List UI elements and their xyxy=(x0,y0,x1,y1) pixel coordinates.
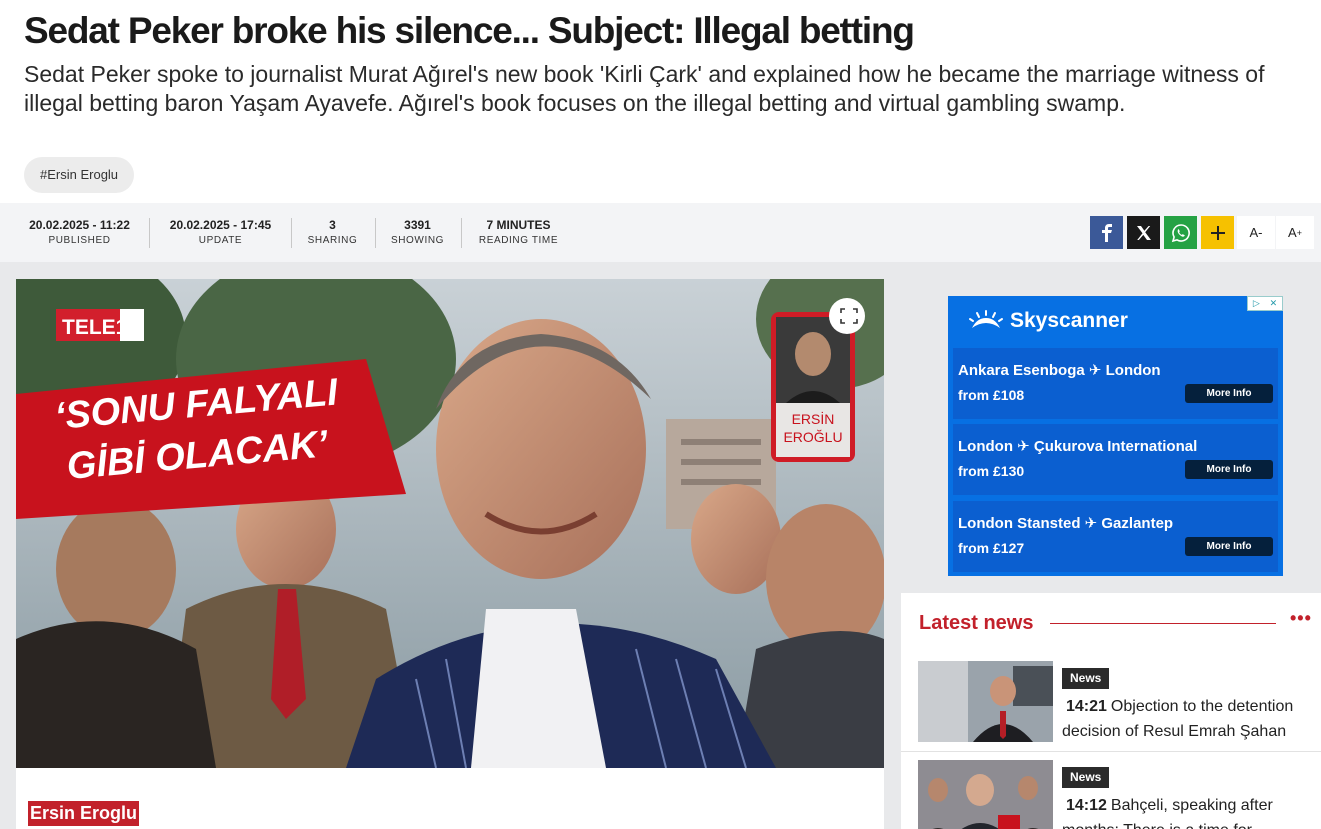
article-header: Sedat Peker broke his silence... Subject… xyxy=(24,8,1304,118)
author-tag[interactable]: #Ersin Eroglu xyxy=(24,157,135,193)
meta-published-label: PUBLISHED xyxy=(48,235,111,246)
more-options-icon[interactable]: ••• xyxy=(1290,608,1312,629)
meta-published-value: 20.02.2025 - 11:22 xyxy=(29,218,130,232)
news-thumbnail-image xyxy=(918,661,1053,742)
font-increase-label: A xyxy=(1288,225,1297,240)
meta-reading-time-value: 7 MINUTES xyxy=(486,218,551,232)
meta-reading-time-label: READING TIME xyxy=(478,235,559,246)
ad-more-info-button[interactable]: More Info xyxy=(1185,384,1273,403)
sunrise-icon xyxy=(969,310,1003,328)
ad-more-info-button[interactable]: More Info xyxy=(1185,460,1273,479)
image-caption-area xyxy=(16,768,884,829)
meta-divider xyxy=(461,218,462,248)
meta-update-value: 20.02.2025 - 17:45 xyxy=(169,218,272,232)
facebook-share-button[interactable] xyxy=(1090,216,1123,249)
meta-divider xyxy=(375,218,376,248)
news-time: 14:21 xyxy=(1066,698,1107,715)
headline: Sedat Peker broke his silence... Subject… xyxy=(24,10,915,51)
whatsapp-share-button[interactable] xyxy=(1164,216,1197,249)
latest-news-panel: Latest news ••• News 14:21 Objection to t… xyxy=(901,593,1321,829)
ad-offer-route: London ✈ Çukurova International xyxy=(958,438,1198,455)
news-thumbnail[interactable] xyxy=(918,661,1053,742)
meta-published: 20.02.2025 - 11:22 PUBLISHED xyxy=(24,218,135,248)
author-card: ERSİN EROĞLU xyxy=(771,312,855,462)
news-divider xyxy=(901,751,1321,752)
news-item[interactable]: News 14:21 Objection to the detention dec… xyxy=(901,661,1321,761)
meta-sharing: 3 SHARING xyxy=(305,218,360,248)
font-increase-sup: + xyxy=(1296,227,1302,238)
article-summary: Sedat Peker spoke to journalist Murat Ağ… xyxy=(24,61,1265,116)
font-increase-button[interactable]: A + xyxy=(1276,216,1314,249)
meta-sharing-label: SHARING xyxy=(307,235,358,246)
news-badge: News xyxy=(1062,668,1110,689)
font-decrease-label: A- xyxy=(1249,225,1263,240)
ad-more-info-button[interactable]: More Info xyxy=(1185,537,1273,556)
news-thumbnail[interactable] xyxy=(918,760,1053,829)
more-share-button[interactable] xyxy=(1201,216,1234,249)
news-badge: News xyxy=(1062,767,1110,788)
latest-news-divider xyxy=(1050,623,1276,624)
ad-offer-price: from £130 xyxy=(958,463,1025,479)
author-card-line1: ERSİN xyxy=(792,410,835,427)
ad-choices-icon[interactable]: ▷ ✕ xyxy=(1247,296,1283,311)
whatsapp-icon xyxy=(1171,223,1190,242)
ad-offer[interactable]: London ✈ Çukurova International from £13… xyxy=(953,424,1278,495)
skyscanner-brand: Skyscanner xyxy=(1010,309,1128,332)
meta-showing-value: 3391 xyxy=(404,218,431,232)
ad-offer[interactable]: London Stansted ✈ Gazlantep from £127 Mo… xyxy=(953,501,1278,572)
meta-divider xyxy=(291,218,292,248)
skyscanner-logo: Skyscanner xyxy=(968,309,1128,333)
meta-divider xyxy=(149,218,150,248)
ad-offer-price: from £127 xyxy=(958,540,1025,556)
tele1-logo-text: TELE1 xyxy=(62,316,128,339)
article-author[interactable]: Ersin Eroglu xyxy=(28,801,140,826)
latest-news-title: Latest news xyxy=(919,612,1034,634)
news-headline[interactable]: 14:12Bahçeli, speaking after months: The… xyxy=(1062,793,1320,829)
skyscanner-ad[interactable]: Skyscanner ▷ ✕ Ankara Esenboga ✈ London f… xyxy=(948,296,1283,576)
meta-sharing-value: 3 xyxy=(329,218,336,232)
article-main-image[interactable]: TELE1 ‘SONU FALYALI GİBİ OLACAK’ ERSİN E… xyxy=(16,279,884,768)
meta-update: 20.02.2025 - 17:45 UPDATE xyxy=(165,218,276,248)
news-headline[interactable]: 14:21 Objection to the detention decision… xyxy=(1062,694,1320,744)
ad-offer-route: Ankara Esenboga ✈ London xyxy=(958,362,1161,379)
meta-reading-time: 7 MINUTES READING TIME xyxy=(476,218,561,248)
ad-offer-route: London Stansted ✈ Gazlantep xyxy=(958,515,1174,532)
article-meta-bar: 20.02.2025 - 11:22 PUBLISHED 20.02.2025 … xyxy=(0,203,1321,262)
ad-offer-price: from £108 xyxy=(958,387,1025,403)
plus-icon xyxy=(1210,225,1225,240)
article-photo: TELE1 ‘SONU FALYALI GİBİ OLACAK’ ERSİN E… xyxy=(16,279,884,768)
fullscreen-button[interactable] xyxy=(829,298,865,334)
tele1-logo: TELE1 xyxy=(56,309,144,341)
font-decrease-button[interactable]: A- xyxy=(1237,216,1275,249)
ad-offer[interactable]: Ankara Esenboga ✈ London from £108 More … xyxy=(953,348,1278,419)
meta-update-label: UPDATE xyxy=(198,235,243,246)
meta-showing: 3391 SHOWING xyxy=(389,218,446,248)
news-time: 14:12 xyxy=(1066,797,1107,814)
news-thumbnail-image xyxy=(918,760,1053,829)
x-icon xyxy=(1136,225,1151,240)
meta-showing-label: SHOWING xyxy=(390,235,445,246)
x-share-button[interactable] xyxy=(1127,216,1160,249)
news-item[interactable]: News 14:12Bahçeli, speaking after months… xyxy=(901,760,1321,829)
facebook-icon xyxy=(1101,223,1112,242)
author-card-line2: EROĞLU xyxy=(783,429,842,445)
